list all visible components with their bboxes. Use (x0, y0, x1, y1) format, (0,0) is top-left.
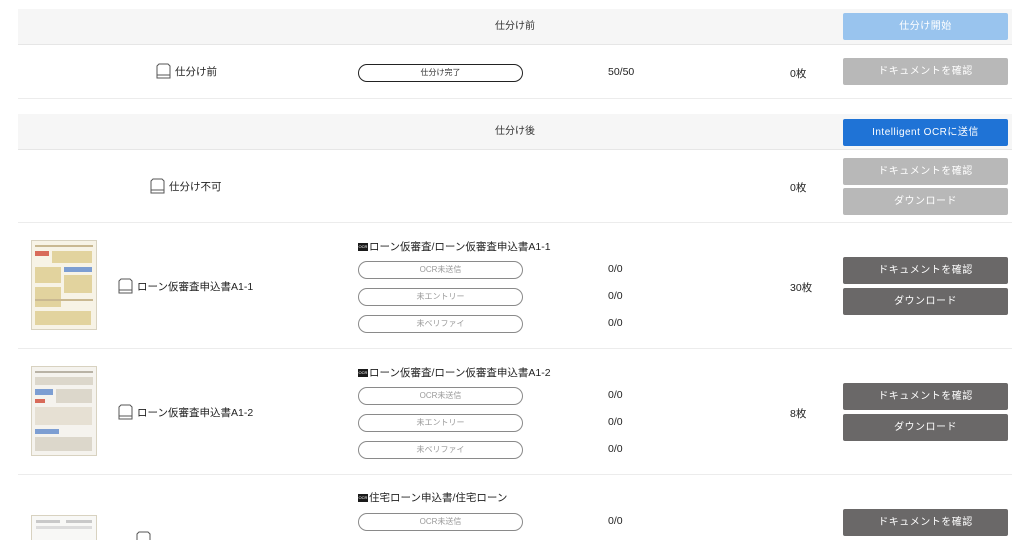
document-thumbnail (31, 240, 97, 330)
status-value: 0/0 (608, 290, 623, 302)
status-value: 0/0 (608, 263, 623, 275)
document-row: ローン仮審査申込書A1-1 OCR ローン仮審査/ローン仮審査申込書A1-1 O… (18, 223, 1012, 349)
document-thumbnail (31, 366, 97, 456)
document-tray: ローン仮審査申込書A1-1 (118, 278, 253, 294)
confirm-document-button[interactable]: ドキュメントを確認 (843, 58, 1008, 85)
document-type: OCR ローン仮審査/ローン仮審査申込書A1-1 (358, 239, 551, 254)
verify-status-pill: 未ベリファイ (358, 441, 523, 459)
document-thumbnail (31, 515, 97, 540)
confirm-document-button[interactable]: ドキュメントを確認 (843, 158, 1008, 185)
status-value: 0/0 (608, 389, 623, 401)
ocr-status-pill: OCR未送信 (358, 261, 523, 279)
confirm-document-button[interactable]: ドキュメントを確認 (843, 257, 1008, 284)
status-value: 0/0 (608, 515, 623, 527)
confirm-document-button[interactable]: ドキュメントを確認 (843, 383, 1008, 410)
status-label: OCR未送信 (419, 265, 462, 274)
before-sorting-header: 仕分け前 仕分け開始 (18, 9, 1012, 45)
status-label: 未エントリー (416, 418, 465, 427)
page-count: 8枚 (790, 408, 807, 420)
status-label: OCR未送信 (419, 517, 462, 526)
page-count: 0枚 (790, 182, 807, 194)
status-label: OCR未送信 (419, 391, 462, 400)
progress-label: 仕分け完了 (420, 68, 461, 77)
tray-label: ローン仮審査申込書A1-1 (137, 280, 254, 293)
download-button[interactable]: ダウンロード (843, 288, 1008, 315)
tray-icon (156, 63, 171, 79)
tray-label: 仕分け前 (175, 65, 217, 78)
document-tray: ローン仮審査申込書A1-2 (118, 404, 253, 420)
download-button[interactable]: ダウンロード (843, 414, 1008, 441)
status-label: 未ベリファイ (416, 319, 465, 328)
status-value: 0/0 (608, 416, 623, 428)
page-count: 30枚 (790, 282, 813, 294)
status-label: 未ベリファイ (416, 445, 465, 454)
ocr-status-pill: OCR未送信 (358, 513, 523, 531)
document-type-label: ローン仮審査/ローン仮審査申込書A1-1 (369, 241, 551, 253)
download-button[interactable]: ダウンロード (843, 188, 1008, 215)
tray-icon (118, 278, 133, 294)
document-type-label: 住宅ローン申込書/住宅ローン (369, 492, 508, 504)
document-row: ローン仮審査申込書A1-2 OCR ローン仮審査/ローン仮審査申込書A1-2 O… (18, 349, 1012, 475)
tray-icon (150, 178, 165, 194)
after-sorting-header: 仕分け後 Intelligent OCRに送信 (18, 114, 1012, 150)
ocr-status-pill: OCR未送信 (358, 387, 523, 405)
status-label: 未エントリー (416, 292, 465, 301)
progress-fraction: 50/50 (608, 66, 635, 78)
tray-icon (136, 531, 151, 540)
ocr-icon: OCR (358, 368, 368, 377)
entry-status-pill: 未エントリー (358, 288, 523, 306)
sorting-progress-bar: 仕分け完了 (358, 64, 523, 82)
before-sorting-row: 仕分け前 仕分け完了 50/50 0枚 ドキュメントを確認 (18, 45, 1012, 99)
ocr-icon: OCR (358, 493, 368, 502)
document-row: OCR 住宅ローン申込書/住宅ローン OCR未送信 0/0 ドキュメントを確認 (18, 475, 1012, 540)
tray-label: 仕分け不可 (169, 180, 222, 193)
document-type: OCR 住宅ローン申込書/住宅ローン (358, 490, 507, 505)
send-to-intelligent-ocr-button[interactable]: Intelligent OCRに送信 (843, 119, 1008, 146)
page-count: 0枚 (790, 68, 807, 80)
document-type: OCR ローン仮審査/ローン仮審査申込書A1-2 (358, 365, 551, 380)
start-sorting-button[interactable]: 仕分け開始 (843, 13, 1008, 40)
unsortable-tray: 仕分け不可 (150, 178, 222, 194)
confirm-document-button[interactable]: ドキュメントを確認 (843, 509, 1008, 536)
ocr-icon: OCR (358, 242, 368, 251)
document-type-label: ローン仮審査/ローン仮審査申込書A1-2 (369, 367, 551, 379)
status-value: 0/0 (608, 443, 623, 455)
status-value: 0/0 (608, 317, 623, 329)
verify-status-pill: 未ベリファイ (358, 315, 523, 333)
tray-icon (118, 404, 133, 420)
entry-status-pill: 未エントリー (358, 414, 523, 432)
tray-label: ローン仮審査申込書A1-2 (137, 406, 254, 419)
unsortable-row: 仕分け不可 0枚 ドキュメントを確認 ダウンロード (18, 150, 1012, 223)
before-sorting-tray: 仕分け前 (156, 63, 217, 79)
